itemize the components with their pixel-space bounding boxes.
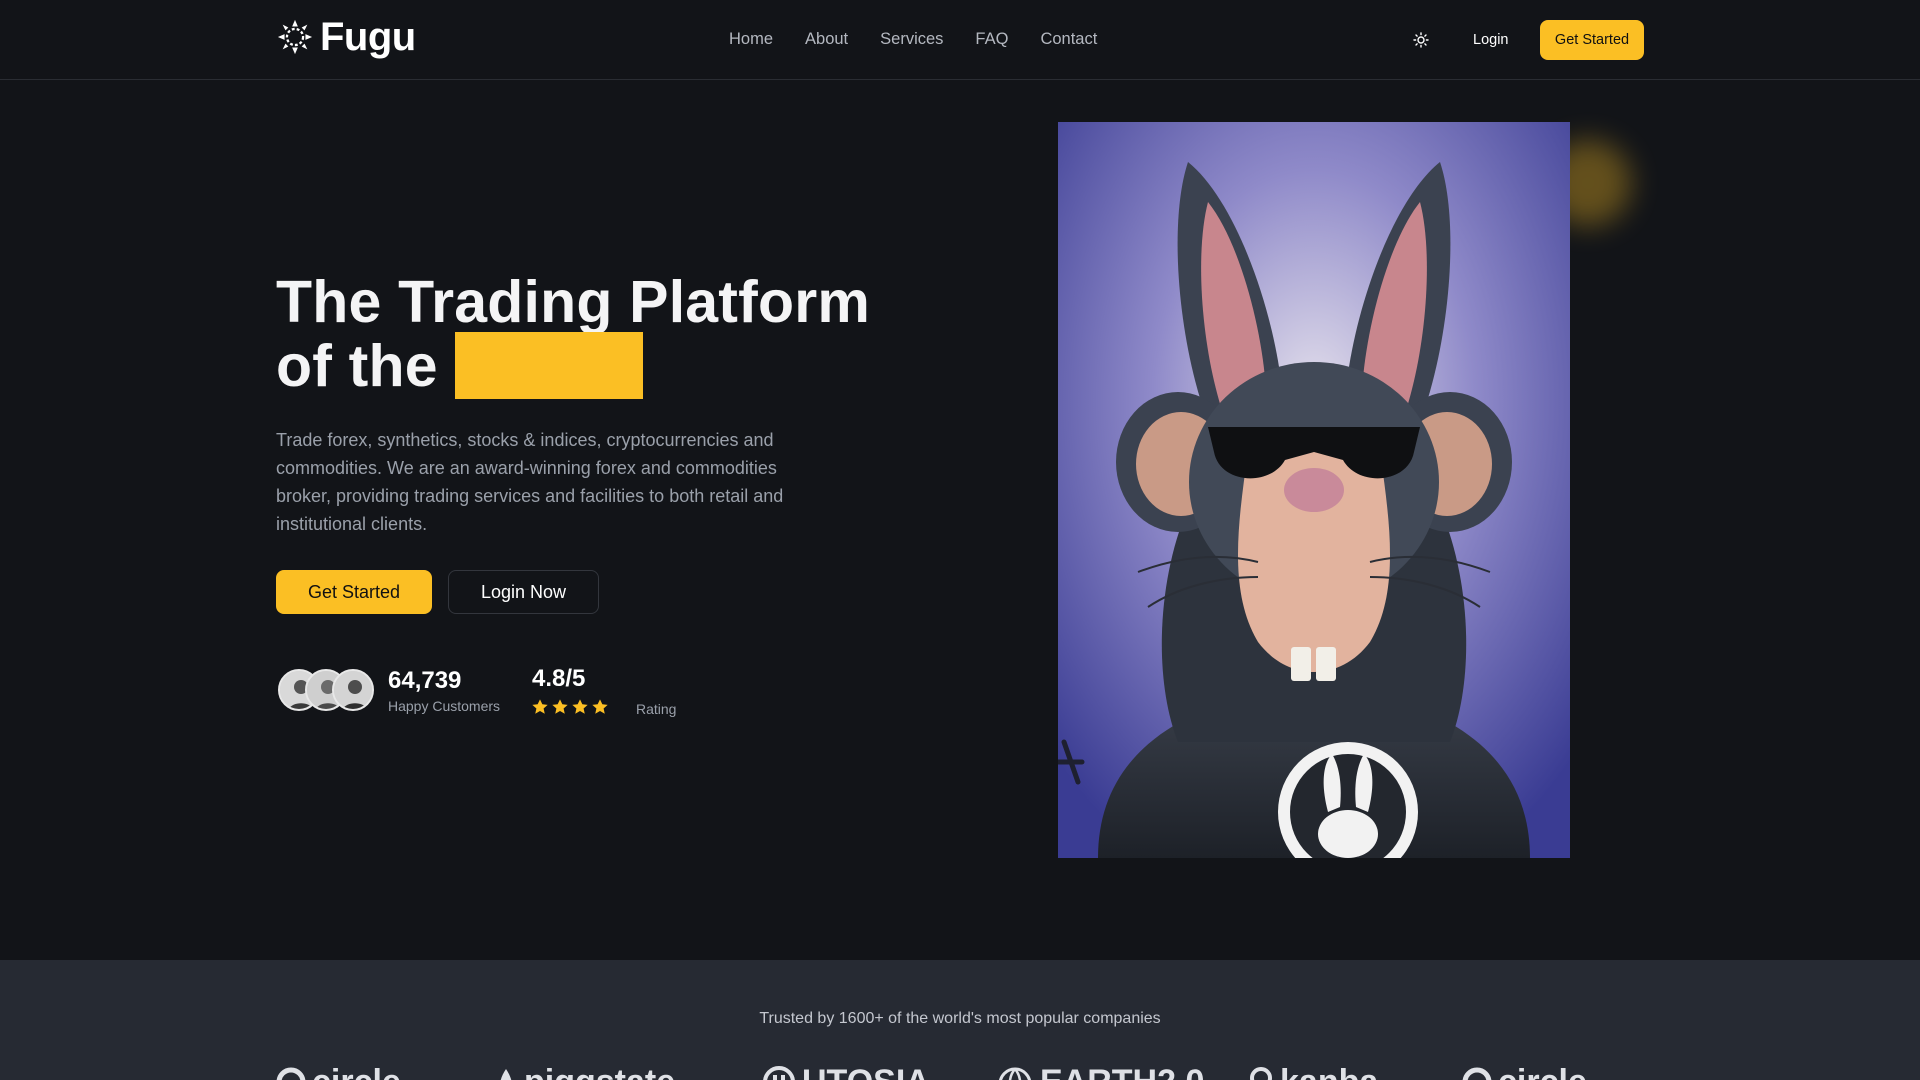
hero-rabbit-illustration	[1058, 122, 1570, 858]
star-icon	[592, 699, 608, 714]
highlight-box	[454, 332, 643, 399]
company-logo-name: UTOSIA	[802, 1065, 930, 1080]
company-logo: kanba	[1248, 1065, 1378, 1080]
star-icon	[532, 699, 548, 714]
earth-logo-icon	[998, 1067, 1032, 1080]
rating-value: 4.8/5	[532, 665, 586, 692]
theme-toggle-button[interactable]	[1409, 28, 1433, 52]
circle-logo-icon	[276, 1067, 306, 1080]
trusted-section: Trusted by 1600+ of the world's most pop…	[0, 960, 1920, 1080]
main-nav: Home About Services FAQ Contact	[729, 29, 1097, 49]
rating-label: Rating	[636, 701, 677, 717]
nav-faq[interactable]: FAQ	[975, 29, 1008, 49]
logo[interactable]: Fugu	[276, 17, 416, 57]
company-logo-name: piggstate	[524, 1065, 675, 1080]
piggstate-logo-icon	[500, 1069, 512, 1080]
site-header: Fugu Home About Services FAQ Contact Log…	[0, 0, 1920, 80]
circle-logo-icon	[1462, 1067, 1492, 1080]
hero-title-line2: of the	[276, 332, 438, 399]
nav-services[interactable]: Services	[880, 29, 943, 49]
company-logo-name: circle	[312, 1065, 401, 1080]
nav-home[interactable]: Home	[729, 29, 773, 49]
customers-count: 64,739	[388, 667, 462, 694]
star-icon	[552, 699, 568, 714]
company-logo: circle	[276, 1065, 401, 1080]
logo-text: Fugu	[320, 15, 416, 59]
hero-title: The Trading Platform of the	[276, 272, 870, 399]
company-logo-name: EARTH2.0	[1040, 1065, 1204, 1080]
customers-label: Happy Customers	[388, 698, 501, 714]
star-icon	[572, 699, 588, 714]
hero-title-line2-row: of the	[276, 332, 870, 399]
company-logos: circle piggstate UTOSIA EARTH2.0 kanba c…	[0, 1063, 1920, 1080]
nav-contact[interactable]: Contact	[1040, 29, 1097, 49]
company-logo: piggstate	[494, 1065, 675, 1080]
trusted-text: Trusted by 1600+ of the world's most pop…	[759, 1010, 1161, 1027]
avatar	[332, 669, 374, 711]
logo-icon	[277, 19, 313, 55]
header-get-started-button[interactable]: Get Started	[1540, 20, 1644, 60]
company-logo: UTOSIA	[762, 1065, 930, 1080]
utosia-logo-icon	[763, 1066, 795, 1080]
company-logo: EARTH2.0	[996, 1065, 1204, 1080]
rating-stars	[531, 698, 609, 716]
get-started-button[interactable]: Get Started	[276, 570, 432, 614]
company-logo-name: circle	[1498, 1065, 1587, 1080]
sun-icon	[1413, 32, 1429, 48]
hero-title-line1: The Trading Platform	[276, 269, 871, 335]
nav-about[interactable]: About	[805, 29, 848, 49]
company-logo: circle	[1462, 1065, 1587, 1080]
header-login-link[interactable]: Login	[1473, 30, 1508, 50]
login-now-button[interactable]: Login Now	[448, 570, 599, 614]
customer-avatars	[278, 669, 374, 711]
hero-description: Trade forex, synthetics, stocks & indice…	[276, 430, 784, 534]
kanba-logo-icon	[1250, 1067, 1272, 1080]
company-logo-name: kanba	[1280, 1065, 1378, 1080]
